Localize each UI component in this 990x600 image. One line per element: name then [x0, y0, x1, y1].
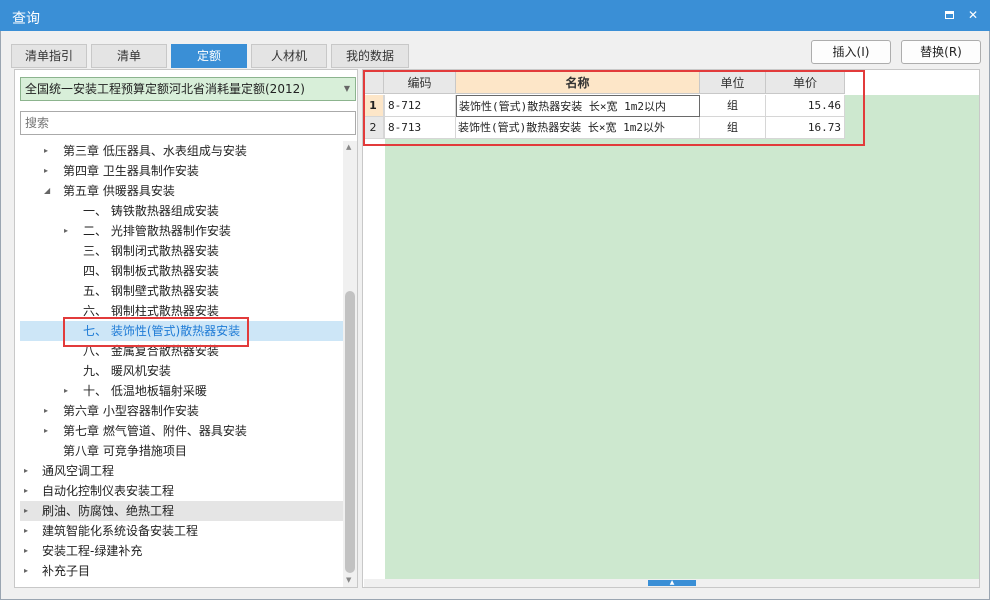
- tree-item-ch4[interactable]: ▸ 第四章 卫生器具制作安装: [20, 161, 343, 181]
- cell-unit[interactable]: 组: [700, 117, 766, 139]
- cell-price[interactable]: 15.46: [766, 95, 845, 117]
- tree-item-label: 第七章 燃气管道、附件、器具安装: [63, 424, 247, 438]
- tree-item-ch8[interactable]: 第八章 可竞争措施项目: [20, 441, 343, 461]
- tree-item-label: 一、 铸铁散热器组成安装: [83, 204, 219, 218]
- tree-item-label: 二、 光排管散热器制作安装: [83, 224, 231, 238]
- tab-quota[interactable]: 定额: [171, 44, 247, 68]
- scrollbar-thumb[interactable]: [345, 291, 355, 573]
- tree-item-ch6[interactable]: ▸ 第六章 小型容器制作安装: [20, 401, 343, 421]
- expand-arrow-icon[interactable]: ▸: [24, 501, 34, 521]
- quota-library-select[interactable]: 全国统一安装工程预算定额河北省消耗量定额(2012) ▼: [20, 77, 356, 101]
- splitter-handle-icon[interactable]: ▲: [648, 580, 696, 586]
- quota-grid-panel: 编码 名称 单位 单价 1 8-712 装饰性(管式)散热器安装 长×宽 1m2…: [362, 69, 980, 588]
- tree-item-ch5[interactable]: ◢ 第五章 供暖器具安装: [20, 181, 343, 201]
- cell-unit[interactable]: 组: [700, 95, 766, 117]
- tree-item-ch5-7-selected[interactable]: 七、 装饰性(管式)散热器安装: [20, 321, 343, 341]
- column-header-unit[interactable]: 单位: [700, 72, 766, 94]
- expand-arrow-icon[interactable]: ▸: [64, 221, 74, 241]
- cell-price[interactable]: 16.73: [766, 117, 845, 139]
- cell-code[interactable]: 8-713: [384, 117, 456, 139]
- scroll-up-icon[interactable]: ▲: [346, 143, 351, 151]
- quota-tree-panel: 全国统一安装工程预算定额河北省消耗量定额(2012) ▼ ▸ 第三章 低压器具、…: [14, 69, 358, 588]
- column-header-code[interactable]: 编码: [384, 72, 456, 94]
- expand-arrow-icon[interactable]: ▸: [64, 381, 74, 401]
- replace-button[interactable]: 替换(R): [901, 40, 981, 64]
- tree-item-label: 五、 钢制壁式散热器安装: [83, 284, 219, 298]
- scroll-down-icon[interactable]: ▼: [346, 576, 351, 584]
- tree-item-ch5-2[interactable]: ▸ 二、 光排管散热器制作安装: [20, 221, 343, 241]
- tree-item-ch7[interactable]: ▸ 第七章 燃气管道、附件、器具安装: [20, 421, 343, 441]
- tab-my-data[interactable]: 我的数据: [331, 44, 409, 68]
- tree-item-label: 七、 装饰性(管式)散热器安装: [83, 324, 241, 338]
- grid-splitter-bar[interactable]: ▲: [364, 579, 979, 587]
- row-number[interactable]: 2: [363, 117, 384, 139]
- tree-item-intelligent[interactable]: ▸ 建筑智能化系统设备安装工程: [20, 521, 343, 541]
- tab-labor-material-machine[interactable]: 人材机: [251, 44, 327, 68]
- tree-item-label: 八、 金属复合散热器安装: [83, 344, 219, 358]
- tree-item-label: 补充子目: [42, 564, 91, 578]
- expand-arrow-icon[interactable]: ▸: [44, 141, 54, 161]
- tree-item-green-supplement[interactable]: ▸ 安装工程-绿建补充: [20, 541, 343, 561]
- cell-name[interactable]: 装饰性(管式)散热器安装 长×宽 1m2以内: [456, 95, 700, 117]
- quota-tree: ▸ 第三章 低压器具、水表组成与安装 ▸ 第四章 卫生器具制作安装 ◢ 第五章 …: [20, 141, 343, 587]
- tree-item-label: 四、 钢制板式散热器安装: [83, 264, 219, 278]
- tree-item-ch5-10[interactable]: ▸ 十、 低温地板辐射采暖: [20, 381, 343, 401]
- tree-item-label: 第八章 可竞争措施项目: [63, 444, 187, 458]
- search-input[interactable]: [20, 111, 356, 135]
- grid-corner: [363, 72, 384, 94]
- expand-arrow-icon[interactable]: ▸: [44, 161, 54, 181]
- tab-bill[interactable]: 清单: [91, 44, 167, 68]
- close-icon[interactable]: ✕: [966, 8, 980, 22]
- tree-item-ch5-6[interactable]: 六、 钢制柱式散热器安装: [20, 301, 343, 321]
- quota-library-value: 全国统一安装工程预算定额河北省消耗量定额(2012): [25, 82, 305, 96]
- tree-item-ch5-1[interactable]: 一、 铸铁散热器组成安装: [20, 201, 343, 221]
- cell-code[interactable]: 8-712: [384, 95, 456, 117]
- expand-arrow-icon[interactable]: ▸: [24, 481, 34, 501]
- chevron-down-icon: ▼: [343, 84, 350, 93]
- window-title: 查询: [12, 11, 40, 27]
- tree-item-ch5-9[interactable]: 九、 暖风机安装: [20, 361, 343, 381]
- tree-item-hvac[interactable]: ▸ 通风空调工程: [20, 461, 343, 481]
- tree-item-ch5-5[interactable]: 五、 钢制壁式散热器安装: [20, 281, 343, 301]
- expand-arrow-icon[interactable]: ▸: [24, 461, 34, 481]
- maximize-icon[interactable]: [942, 8, 956, 22]
- expand-arrow-icon[interactable]: ▸: [44, 421, 54, 441]
- tree-item-ch5-4[interactable]: 四、 钢制板式散热器安装: [20, 261, 343, 281]
- expand-arrow-icon[interactable]: ▸: [24, 521, 34, 541]
- cell-name[interactable]: 装饰性(管式)散热器安装 长×宽 1m2以外: [456, 117, 700, 139]
- collapse-arrow-icon[interactable]: ◢: [44, 181, 54, 201]
- tree-scrollbar[interactable]: ▲ ▼: [343, 141, 357, 587]
- tree-item-label: 第四章 卫生器具制作安装: [63, 164, 199, 178]
- tree-item-label: 十、 低温地板辐射采暖: [83, 384, 207, 398]
- tree-item-supplement[interactable]: ▸ 补充子目: [20, 561, 343, 581]
- tree-item-label: 安装工程-绿建补充: [42, 544, 143, 558]
- tree-item-label: 刷油、防腐蚀、绝热工程: [42, 504, 175, 518]
- row-number[interactable]: 1: [363, 95, 384, 117]
- tree-item-ch5-8[interactable]: 八、 金属复合散热器安装: [20, 341, 343, 361]
- tree-item-label: 九、 暖风机安装: [83, 364, 171, 378]
- insert-button[interactable]: 插入(I): [811, 40, 891, 64]
- tree-item-ch5-3[interactable]: 三、 钢制闭式散热器安装: [20, 241, 343, 261]
- tree-item-label: 第五章 供暖器具安装: [63, 184, 175, 198]
- tree-item-label: 第六章 小型容器制作安装: [63, 404, 199, 418]
- tree-item-label: 通风空调工程: [42, 464, 115, 478]
- expand-arrow-icon[interactable]: ▸: [24, 561, 34, 581]
- title-bar: 查询 ✕: [0, 0, 990, 31]
- tree-item-label: 第三章 低压器具、水表组成与安装: [63, 144, 247, 158]
- expand-arrow-icon[interactable]: ▸: [44, 401, 54, 421]
- dialog-body: 清单指引 清单 定额 人材机 我的数据 插入(I) 替换(R) 全国统一安装工程…: [0, 31, 990, 600]
- grid-background: [385, 95, 979, 579]
- tree-item-painting[interactable]: ▸ 刷油、防腐蚀、绝热工程: [20, 501, 343, 521]
- column-header-name[interactable]: 名称: [456, 72, 700, 94]
- tree-item-label: 自动化控制仪表安装工程: [42, 484, 175, 498]
- tree-item-automation[interactable]: ▸ 自动化控制仪表安装工程: [20, 481, 343, 501]
- tree-item-label: 三、 钢制闭式散热器安装: [83, 244, 219, 258]
- tab-bill-guide[interactable]: 清单指引: [11, 44, 87, 68]
- tree-item-label: 建筑智能化系统设备安装工程: [42, 524, 199, 538]
- expand-arrow-icon[interactable]: ▸: [24, 541, 34, 561]
- tree-item-label: 六、 钢制柱式散热器安装: [83, 304, 219, 318]
- column-header-price[interactable]: 单价: [766, 72, 845, 94]
- tree-item-ch3[interactable]: ▸ 第三章 低压器具、水表组成与安装: [20, 141, 343, 161]
